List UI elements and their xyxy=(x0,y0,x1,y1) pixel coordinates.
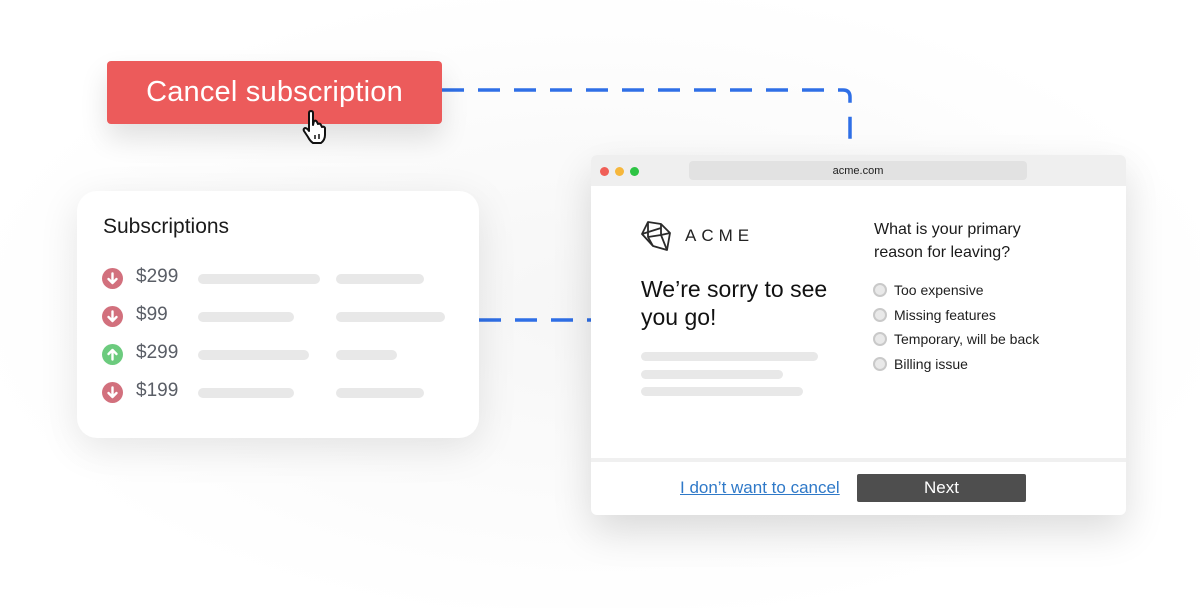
reason-option[interactable]: Missing features xyxy=(873,307,996,323)
radio-button[interactable] xyxy=(873,357,887,371)
placeholder-bar xyxy=(641,370,783,379)
reason-label: Too expensive xyxy=(894,282,984,298)
cancel-subscription-button[interactable]: Cancel subscription xyxy=(107,61,442,124)
arrow-down-circle-icon xyxy=(102,268,123,289)
cancel-subscription-label: Cancel subscription xyxy=(146,76,403,108)
url-text: acme.com xyxy=(832,164,884,177)
headline: We’re sorry to see you go! xyxy=(641,276,828,330)
placeholder-bar xyxy=(336,350,397,360)
reason-option[interactable]: Billing issue xyxy=(873,356,968,372)
placeholder-bar xyxy=(641,387,803,396)
placeholder-bar xyxy=(336,312,445,322)
subscription-price: $99 xyxy=(136,304,168,325)
arrow-up-circle-icon xyxy=(102,344,123,365)
hand-pointer-cursor-icon xyxy=(302,110,326,144)
subscription-row[interactable]: $299 xyxy=(102,266,462,290)
next-button[interactable]: Next xyxy=(857,474,1026,502)
window-minimize-button[interactable] xyxy=(615,167,624,176)
subscription-price: $299 xyxy=(136,342,179,363)
radio-button[interactable] xyxy=(873,332,887,346)
keep-subscription-link[interactable]: I don’t want to cancel xyxy=(680,478,840,498)
reason-option[interactable]: Temporary, will be back xyxy=(873,331,1039,347)
radio-button[interactable] xyxy=(873,308,887,322)
next-label: Next xyxy=(924,478,959,497)
survey-question: What is your primary reason for leaving? xyxy=(874,221,1021,261)
subscription-row[interactable]: $199 xyxy=(102,380,462,404)
browser-titlebar: acme.com xyxy=(591,155,1126,186)
placeholder-bar xyxy=(198,274,320,284)
browser-window: acme.com ACME We’re sorry to see you go!… xyxy=(591,155,1126,515)
arrow-down-circle-icon xyxy=(102,306,123,327)
subscription-price: $299 xyxy=(136,266,179,287)
subscriptions-title: Subscriptions xyxy=(103,215,230,238)
arrow-down-circle-icon xyxy=(102,382,123,403)
brand-name: ACME xyxy=(685,226,755,245)
subscription-row[interactable]: $299 xyxy=(102,342,462,366)
window-maximize-button[interactable] xyxy=(630,167,639,176)
placeholder-bar xyxy=(641,352,818,361)
placeholder-bar xyxy=(336,274,424,284)
subscription-price: $199 xyxy=(136,380,179,401)
radio-button[interactable] xyxy=(873,283,887,297)
placeholder-bar xyxy=(336,388,424,398)
polyhedron-logo-icon xyxy=(641,221,671,251)
footer-divider xyxy=(591,458,1126,462)
placeholder-bar xyxy=(198,312,294,322)
reason-label: Temporary, will be back xyxy=(894,331,1040,347)
connector-button-to-browser xyxy=(442,88,852,148)
subscription-row[interactable]: $99 xyxy=(102,304,462,328)
placeholder-bar xyxy=(198,388,294,398)
subscriptions-card: Subscriptions $299 $99 $299 $199 xyxy=(77,191,479,438)
brand: ACME xyxy=(639,219,754,253)
address-bar[interactable]: acme.com xyxy=(689,161,1027,180)
reason-label: Billing issue xyxy=(894,356,968,372)
reason-option[interactable]: Too expensive xyxy=(873,282,984,298)
placeholder-bar xyxy=(198,350,309,360)
reason-label: Missing features xyxy=(894,307,996,323)
window-close-button[interactable] xyxy=(600,167,609,176)
